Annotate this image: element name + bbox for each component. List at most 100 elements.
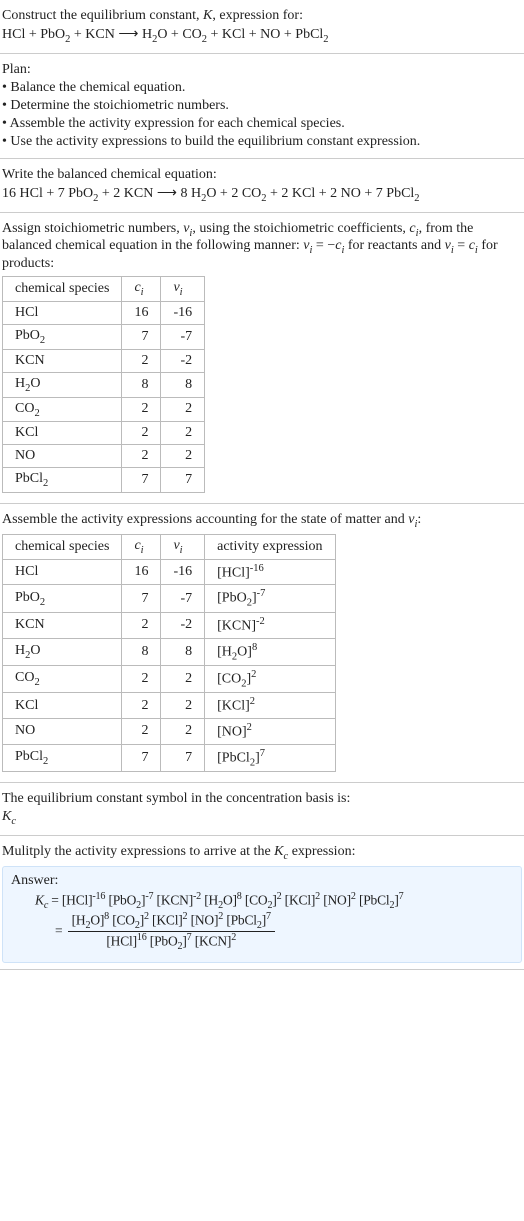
eq-frag: + 2 KCl + 2 NO + 7 PbCl <box>267 186 415 201</box>
term: [NO] <box>320 892 351 907</box>
cell-species: NO <box>3 445 122 468</box>
term: [PbCl <box>223 912 257 927</box>
cell-nui: 7 <box>161 468 205 493</box>
table-row: PbO27-7[PbO2]-7 <box>3 585 336 612</box>
k-symbol: K <box>274 844 283 859</box>
eq-frag: H <box>142 27 152 42</box>
cell-ci: 16 <box>122 301 161 324</box>
table-row: PbCl277 <box>3 468 205 493</box>
th-ci: ci <box>122 277 161 302</box>
cell-species: HCl <box>3 301 122 324</box>
table-row: PbO27-7 <box>3 324 205 349</box>
cell-activity: [PbCl2]7 <box>205 744 335 771</box>
term: [HCl] <box>106 934 137 949</box>
symbol-section: The equilibrium constant symbol in the c… <box>0 783 524 836</box>
cell-activity: [KCl]2 <box>205 693 335 719</box>
answer-box: Answer: Kc = [HCl]-16 [PbO2]-7 [KCN]-2 [… <box>2 866 522 964</box>
assemble-section: Assemble the activity expressions accoun… <box>0 504 524 783</box>
cell-ci: 16 <box>122 559 161 585</box>
term: [PbO <box>147 934 178 949</box>
sub-i: i <box>180 287 183 298</box>
table-row: NO22[NO]2 <box>3 719 336 745</box>
table-header-row: chemical species ci νi <box>3 277 205 302</box>
eq-frag: 8 H <box>180 186 201 201</box>
text-frag: for reactants and <box>344 238 444 253</box>
sup: 7 <box>266 911 271 922</box>
cell-species: KCl <box>3 693 122 719</box>
cell-nui: 2 <box>161 693 205 719</box>
cell-activity: [NO]2 <box>205 719 335 745</box>
th-activity: activity expression <box>205 534 335 559</box>
cell-species: H2O <box>3 638 122 665</box>
eq-frag: HCl + PbO <box>2 27 65 42</box>
table-row: PbCl277[PbCl2]7 <box>3 744 336 771</box>
table-row: NO22 <box>3 445 205 468</box>
term: [HCl] <box>62 892 93 907</box>
assemble-text: Assemble the activity expressions accoun… <box>2 512 522 530</box>
cell-nui: 7 <box>161 744 205 771</box>
table-row: HCl16-16[HCl]-16 <box>3 559 336 585</box>
cell-ci: 7 <box>122 585 161 612</box>
unbalanced-equation: HCl + PbO2 + KCN ⟶ H2O + CO2 + KCl + NO … <box>2 26 522 45</box>
plan-item: • Use the activity expressions to build … <box>2 134 522 150</box>
activity-table: chemical species ci νi activity expressi… <box>2 534 336 772</box>
text-frag: = − <box>312 238 335 253</box>
denominator: [HCl]16 [PbO2]7 [KCN]2 <box>68 932 275 952</box>
cell-ci: 2 <box>122 422 161 445</box>
kc-expression-line1: Kc = [HCl]-16 [PbO2]-7 [KCN]-2 [H2O]8 [C… <box>35 891 513 911</box>
cell-species: PbCl2 <box>3 468 122 493</box>
table-header-row: chemical species ci νi activity expressi… <box>3 534 336 559</box>
table-row: KCN2-2 <box>3 349 205 372</box>
symbol-text: The equilibrium constant symbol in the c… <box>2 791 522 807</box>
cell-species: CO2 <box>3 397 122 422</box>
term: [KCl] <box>282 892 316 907</box>
cell-ci: 2 <box>122 445 161 468</box>
eq-frag: + 2 KCN <box>98 186 153 201</box>
cell-activity: [CO2]2 <box>205 665 335 692</box>
cell-nui: 2 <box>161 397 205 422</box>
text-frag: , using the stoichiometric coefficients, <box>192 221 409 236</box>
cell-nui: -2 <box>161 612 205 638</box>
cell-species: KCN <box>3 612 122 638</box>
term: [CO <box>109 912 135 927</box>
prompt-section: Construct the equilibrium constant, K, e… <box>0 0 524 54</box>
cell-nui: 2 <box>161 665 205 692</box>
fraction: [H2O]8 [CO2]2 [KCl]2 [NO]2 [PbCl2]7 [HCl… <box>68 911 275 952</box>
term: O] <box>90 912 104 927</box>
multiply-text: Mulitply the activity expressions to arr… <box>2 844 522 862</box>
cell-species: KCl <box>3 422 122 445</box>
sub-i: i <box>180 545 183 556</box>
cell-nui: 2 <box>161 445 205 468</box>
cell-species: PbO2 <box>3 324 122 349</box>
term: [CO <box>242 892 268 907</box>
sup: 2 <box>231 932 236 943</box>
cell-ci: 2 <box>122 693 161 719</box>
cell-activity: [PbO2]-7 <box>205 585 335 612</box>
cell-ci: 2 <box>122 665 161 692</box>
eq-frag: + KCN <box>70 27 114 42</box>
th-ci: ci <box>122 534 161 559</box>
cell-nui: -16 <box>161 559 205 585</box>
term: [KCN] <box>192 934 232 949</box>
plan-item: • Determine the stoichiometric numbers. <box>2 98 522 114</box>
th-species: chemical species <box>3 534 122 559</box>
balanced-equation: 16 HCl + 7 PbO2 + 2 KCN ⟶ 8 H2O + 2 CO2 … <box>2 185 522 204</box>
cell-nui: -7 <box>161 324 205 349</box>
cell-nui: 2 <box>161 422 205 445</box>
prompt-line: Construct the equilibrium constant, K, e… <box>2 8 522 24</box>
plan-section: Plan: • Balance the chemical equation. •… <box>0 54 524 159</box>
table-row: H2O88 <box>3 372 205 397</box>
th-nui: νi <box>161 277 205 302</box>
eq-frag: + KCl + NO + PbCl <box>207 27 323 42</box>
sub-2: 2 <box>323 34 328 45</box>
cell-ci: 2 <box>122 612 161 638</box>
sub-2: 2 <box>414 193 419 204</box>
term: [NO] <box>187 912 218 927</box>
prompt-text: Construct the equilibrium constant, <box>2 8 203 23</box>
table-row: CO222 <box>3 397 205 422</box>
table-row: KCN2-2[KCN]-2 <box>3 612 336 638</box>
text-frag: = <box>454 238 469 253</box>
k-symbol: K <box>35 892 44 907</box>
table-row: HCl16-16 <box>3 301 205 324</box>
text-frag: : <box>417 512 421 527</box>
